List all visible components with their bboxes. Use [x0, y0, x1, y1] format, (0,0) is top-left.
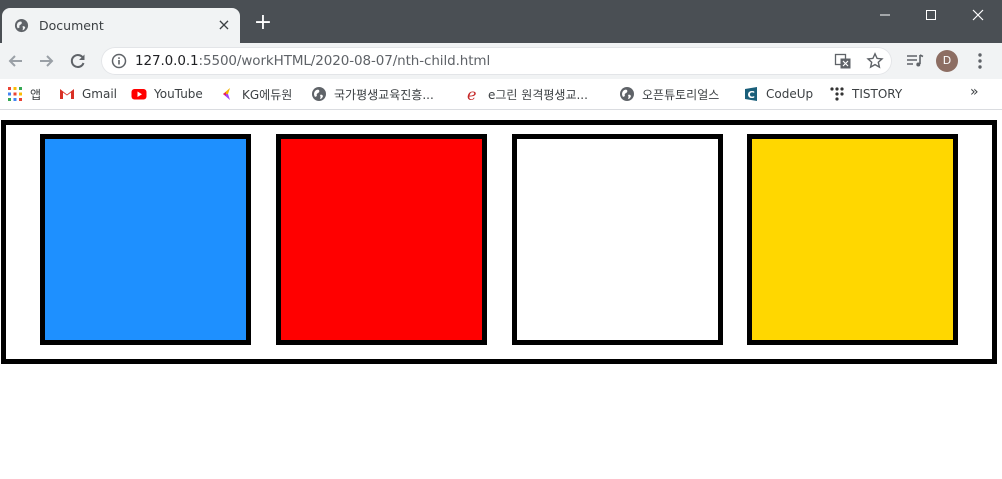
- title-bar: Document × +: [0, 0, 1002, 43]
- close-icon: [972, 9, 984, 21]
- bookmarks-overflow-button[interactable]: »: [970, 84, 979, 100]
- globe-icon: [620, 87, 634, 101]
- bookmark-label: 앱: [30, 87, 42, 102]
- media-controls-icon[interactable]: [905, 51, 925, 71]
- info-icon[interactable]: [111, 53, 127, 69]
- browser-toolbar: 127.0.0.1:5500/workHTML/2020-08-07/nth-c…: [0, 43, 1002, 79]
- back-arrow-icon[interactable]: [6, 51, 26, 71]
- gmail-icon: [60, 89, 74, 99]
- bookmark-label: YouTube: [154, 87, 203, 101]
- more-menu-icon[interactable]: [970, 51, 990, 71]
- bookmark-youtube[interactable]: YouTube: [131, 85, 203, 103]
- tab-document[interactable]: Document ×: [2, 8, 240, 43]
- close-window-button[interactable]: [955, 0, 1001, 30]
- bookmark-label: 오픈튜토리얼스: [642, 87, 720, 102]
- maximize-icon: [926, 10, 936, 20]
- bookmark-apps[interactable]: 앱: [7, 85, 41, 103]
- apps-grid-icon: [8, 87, 22, 101]
- new-tab-button[interactable]: +: [253, 12, 273, 34]
- reload-icon[interactable]: [68, 51, 88, 71]
- globe-icon: [14, 18, 29, 33]
- bookmark-opentutorials[interactable]: 오픈튜토리얼스: [619, 85, 719, 103]
- minimize-button[interactable]: [862, 0, 908, 30]
- e-icon: e: [467, 86, 476, 102]
- svg-text:e: e: [467, 86, 476, 102]
- boxes-container: [1, 120, 997, 364]
- forward-arrow-icon[interactable]: [36, 51, 56, 71]
- box-1: [40, 134, 251, 345]
- bookmark-label: TISTORY: [852, 87, 903, 101]
- codeup-icon: C: [745, 87, 757, 101]
- kg-icon: [223, 88, 230, 100]
- url-text[interactable]: 127.0.0.1:5500/workHTML/2020-08-07/nth-c…: [135, 53, 490, 69]
- bookmark-label: e그린 원격평생교...: [488, 87, 588, 102]
- youtube-icon: [131, 89, 147, 100]
- minimize-icon: [880, 14, 890, 16]
- bookmark-label: 국가평생교육진흥...: [334, 87, 434, 102]
- tab-title: Document: [39, 18, 104, 33]
- box-3: [512, 134, 723, 345]
- bookmark-tistory[interactable]: TISTORY: [829, 85, 902, 103]
- url-path: :5500/workHTML/2020-08-07/nth-child.html: [198, 53, 491, 69]
- bookmark-label: KG에듀원: [242, 87, 293, 102]
- svg-text:C: C: [748, 90, 755, 101]
- address-bar[interactable]: 127.0.0.1:5500/workHTML/2020-08-07/nth-c…: [101, 47, 892, 75]
- bookmark-kg[interactable]: KG에듀원: [219, 85, 292, 103]
- avatar[interactable]: D: [936, 50, 958, 72]
- bookmark-codeup[interactable]: C CodeUp: [743, 85, 813, 103]
- bookmark-label: CodeUp: [766, 87, 814, 101]
- translate-icon[interactable]: [834, 52, 852, 70]
- bookmark-label: Gmail: [82, 87, 118, 101]
- bookmark-egreen[interactable]: e e그린 원격평생교...: [465, 85, 588, 103]
- star-icon[interactable]: [866, 52, 884, 70]
- bookmarks-bar: 앱 Gmail YouTube KG에듀원 국가평생교육진흥... e e그린 …: [0, 79, 1002, 110]
- maximize-button[interactable]: [908, 0, 954, 30]
- box-2: [276, 134, 487, 345]
- url-host: 127.0.0.1: [135, 53, 199, 69]
- box-4: [747, 134, 958, 345]
- bookmark-gmail[interactable]: Gmail: [59, 85, 117, 103]
- bookmark-nile[interactable]: 국가평생교육진흥...: [311, 85, 434, 103]
- page-content: [0, 110, 1002, 479]
- tab-close-icon[interactable]: ×: [216, 17, 232, 33]
- tistory-icon: [830, 87, 844, 101]
- globe-icon: [312, 87, 326, 101]
